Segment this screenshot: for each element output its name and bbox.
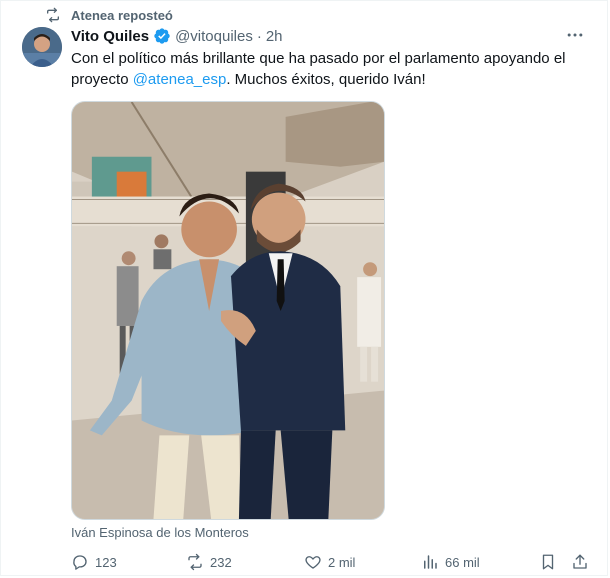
repost-icon bbox=[47, 7, 59, 23]
views-button[interactable]: 66 mil bbox=[421, 549, 480, 575]
repost-icon bbox=[188, 553, 202, 571]
repost-label: Atenea reposteó bbox=[71, 7, 173, 23]
avatar[interactable] bbox=[22, 27, 62, 67]
verified-badge-icon[interactable] bbox=[153, 27, 171, 45]
separator-dot: · bbox=[256, 27, 262, 45]
reply-icon bbox=[73, 555, 87, 570]
author-name[interactable]: Vito Quiles bbox=[71, 28, 149, 45]
action-bar: 123 232 2 mil 66 mil bbox=[71, 549, 596, 575]
views-count: 66 mil bbox=[445, 554, 480, 570]
views-chart-icon bbox=[424, 555, 437, 569]
bookmark-button[interactable] bbox=[539, 549, 557, 575]
photo-caption[interactable]: Iván Espinosa de los Monteros bbox=[71, 525, 249, 540]
timestamp[interactable]: 2h bbox=[266, 28, 283, 45]
tweet-photo[interactable] bbox=[71, 101, 385, 520]
author-handle[interactable]: @vitoquiles bbox=[175, 28, 253, 45]
tweet-header: Vito Quiles @vitoquiles · 2h bbox=[71, 27, 283, 45]
repost-indicator[interactable]: Atenea reposteó bbox=[45, 6, 173, 24]
like-count: 2 mil bbox=[328, 554, 356, 570]
tweet-text: Con el político más brillante que ha pas… bbox=[71, 48, 596, 90]
more-options-icon[interactable] bbox=[565, 25, 585, 45]
share-icon bbox=[573, 554, 587, 569]
tweet-text-after: . Muchos éxitos, querido Iván! bbox=[226, 71, 426, 88]
repost-button[interactable]: 232 bbox=[186, 549, 232, 575]
reply-count: 123 bbox=[95, 554, 117, 570]
mention-link[interactable]: @atenea_esp bbox=[133, 71, 227, 88]
tweet-card[interactable]: Atenea reposteó Vito Quiles @vitoquiles … bbox=[0, 0, 608, 576]
share-button[interactable] bbox=[571, 549, 589, 575]
bookmark-icon bbox=[542, 554, 554, 570]
like-button[interactable]: 2 mil bbox=[304, 549, 355, 575]
reply-button[interactable]: 123 bbox=[71, 549, 117, 575]
repost-count: 232 bbox=[210, 554, 232, 570]
heart-icon bbox=[305, 556, 321, 569]
